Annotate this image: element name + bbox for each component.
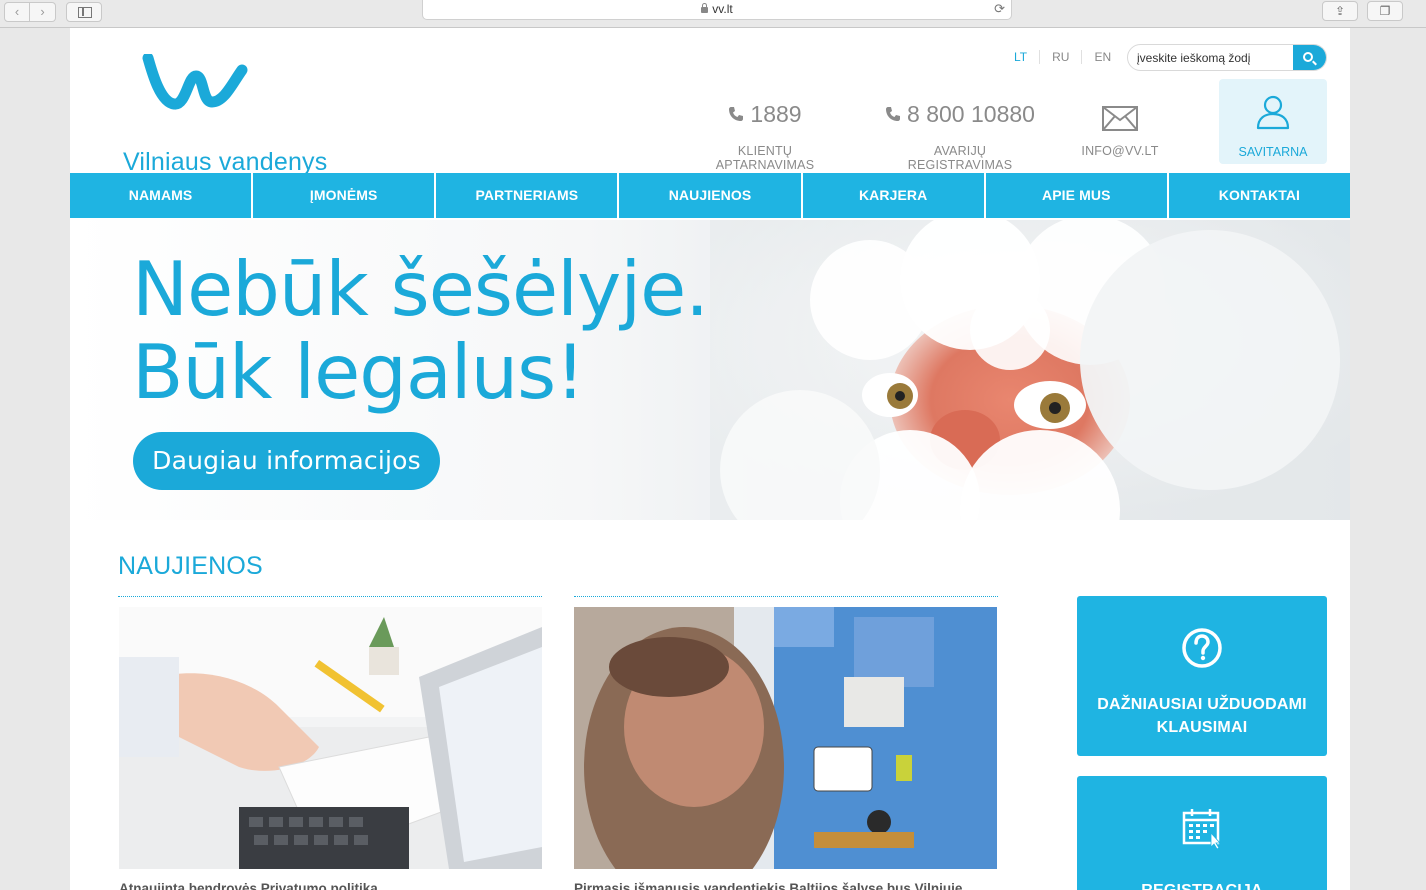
emergency-phone: 8 800 10880 bbox=[907, 100, 1035, 127]
language-switcher: LT RU EN bbox=[1002, 50, 1123, 64]
menu-item-namams[interactable]: NAMAMS bbox=[70, 173, 254, 218]
registration-label: REGISTRACIJA bbox=[1077, 879, 1327, 890]
menu-item-partneriams[interactable]: PARTNERIAMS bbox=[436, 173, 620, 218]
tabs-icon: ❐ bbox=[1379, 4, 1391, 18]
menu-item-karjera[interactable]: KARJERA bbox=[803, 173, 986, 218]
hero-foam-face-image bbox=[710, 220, 1350, 520]
email-contact[interactable]: INFO@VV.LT bbox=[1074, 98, 1166, 158]
faq-label: DAŽNIAUSIAI UŽDUODAMI KLAUSIMAI bbox=[1077, 693, 1327, 739]
divider bbox=[574, 596, 998, 597]
share-button[interactable]: ⇪ bbox=[1322, 1, 1358, 21]
reload-icon[interactable]: ⟳ bbox=[994, 0, 1005, 18]
sidebar-toggle-button[interactable] bbox=[66, 2, 102, 22]
self-service-label: SAVITARNA bbox=[1238, 145, 1308, 159]
self-service-button[interactable]: SAVITARNA bbox=[1219, 79, 1327, 164]
news-headline-2[interactable]: Pirmasis išmanusis vandentiekis Baltijos… bbox=[574, 881, 962, 890]
news-headline-1[interactable]: Atnaujinta bendrovės Privatumo politika bbox=[119, 881, 378, 890]
email-address: INFO@VV.LT bbox=[1081, 144, 1159, 158]
web-page: Vilniaus vandenys LT RU EN 1889 KLIENTŲ … bbox=[70, 28, 1350, 890]
lang-en[interactable]: EN bbox=[1082, 50, 1123, 64]
search-icon bbox=[1303, 52, 1313, 62]
tabs-overview-button[interactable]: ❐ bbox=[1367, 1, 1403, 21]
hero-headline-line1: Nebūk šešėlyje. bbox=[132, 245, 709, 333]
forward-button[interactable]: › bbox=[30, 2, 56, 22]
back-button[interactable]: ‹ bbox=[4, 2, 30, 22]
main-menu: NAMAMS ĮMONĖMS PARTNERIAMS NAUJIENOS KAR… bbox=[70, 173, 1350, 218]
menu-item-kontaktai[interactable]: KONTAKTAI bbox=[1169, 173, 1350, 218]
lang-lt[interactable]: LT bbox=[1002, 50, 1041, 64]
menu-item-naujienos[interactable]: NAUJIENOS bbox=[619, 173, 803, 218]
menu-item-apie-mus[interactable]: APIE MUS bbox=[986, 173, 1169, 218]
menu-item-imonems[interactable]: ĮMONĖMS bbox=[253, 173, 437, 218]
customer-service-contact[interactable]: 1889 KLIENTŲ APTARNAVIMAS bbox=[690, 98, 840, 173]
smart-meter-image bbox=[574, 607, 997, 869]
question-icon bbox=[1182, 628, 1222, 668]
search-box bbox=[1127, 44, 1327, 71]
faq-tile[interactable]: DAŽNIAUSIAI UŽDUODAMI KLAUSIMAI bbox=[1077, 596, 1327, 756]
user-icon bbox=[1256, 95, 1290, 130]
customer-service-label: KLIENTŲ APTARNAVIMAS bbox=[715, 144, 815, 172]
calendar-icon bbox=[1182, 809, 1221, 850]
lang-ru[interactable]: RU bbox=[1040, 50, 1083, 64]
emergency-label: AVARIJŲ REGISTRAVIMAS bbox=[907, 144, 1013, 172]
faq-label-line1: DAŽNIAUSIAI UŽDUODAMI bbox=[1097, 696, 1307, 713]
emergency-contact[interactable]: 8 800 10880 AVARIJŲ REGISTRAVIMAS bbox=[880, 98, 1040, 172]
registration-tile[interactable]: REGISTRACIJA bbox=[1077, 776, 1327, 890]
share-icon: ⇪ bbox=[1334, 4, 1346, 18]
lock-icon bbox=[701, 3, 709, 13]
sidebar-icon bbox=[78, 7, 92, 18]
news-section-title: NAUJIENOS bbox=[118, 552, 263, 580]
phone-icon bbox=[886, 107, 901, 121]
browser-toolbar: ‹ › vv.lt ⟳ ⇪ ❐ bbox=[0, 0, 1426, 28]
search-input[interactable] bbox=[1128, 45, 1293, 70]
search-button[interactable] bbox=[1293, 45, 1326, 70]
faq-label-line2: KLAUSIMAI bbox=[1156, 719, 1248, 736]
hero-headline: Nebūk šešėlyje. Būk legalus! bbox=[132, 245, 709, 416]
hero-banner[interactable]: Nebūk šešėlyje. Būk legalus! Daugiau inf… bbox=[70, 220, 1350, 520]
window-background bbox=[1350, 28, 1426, 890]
news-image-smart-meter[interactable] bbox=[574, 607, 997, 869]
mail-icon bbox=[1102, 105, 1138, 131]
divider bbox=[118, 596, 542, 597]
laptop-desk-image bbox=[119, 607, 542, 869]
phone-icon bbox=[729, 107, 744, 121]
hero-headline-line2: Būk legalus! bbox=[132, 328, 585, 416]
customer-service-phone: 1889 bbox=[750, 100, 802, 127]
more-info-button[interactable]: Daugiau informacijos bbox=[133, 432, 440, 490]
history-nav: ‹ › bbox=[4, 2, 56, 22]
site-logo[interactable]: Vilniaus vandenys bbox=[96, 54, 327, 176]
vv-logo-icon bbox=[142, 54, 248, 110]
address-bar[interactable]: vv.lt ⟳ bbox=[422, 0, 1012, 20]
url-text: vv.lt bbox=[712, 2, 733, 16]
news-image-laptop[interactable] bbox=[119, 607, 542, 869]
